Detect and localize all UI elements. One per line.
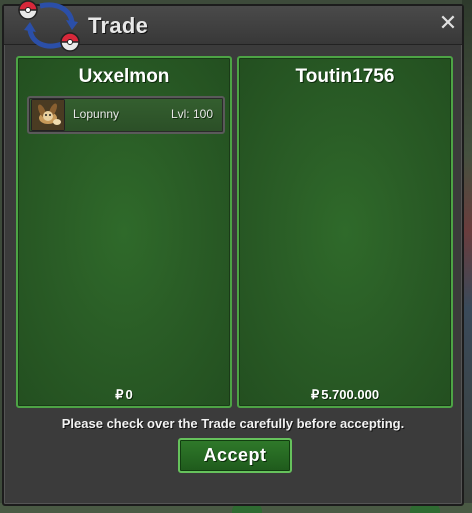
partner-money-offer: ₽5.700.000	[239, 387, 451, 403]
partner-offer-panel: Toutin1756 ₽5.700.000	[237, 56, 453, 408]
my-offer-panel: Uxxelmon Lopunny Lvl: 100 ₽0	[16, 56, 232, 408]
partner-trainer-name: Toutin1756	[295, 66, 395, 87]
accept-button[interactable]: Accept	[178, 438, 292, 473]
my-trainer-name: Uxxelmon	[78, 66, 170, 87]
offered-pokemon-slot[interactable]: Lopunny Lvl: 100	[27, 96, 225, 134]
trade-window: Trade ✕ Uxxelmon Lopunny Lvl: 100 ₽ 0 To…	[2, 0, 464, 506]
trade-warning-text: Please check over the Trade carefully be…	[61, 416, 405, 431]
pokedollar-icon: ₽	[310, 387, 320, 402]
close-icon[interactable]: ✕	[438, 13, 458, 35]
window-title: Trade	[88, 13, 149, 38]
title-bar[interactable]: Trade ✕	[4, 0, 462, 52]
lopunny-sprite-icon	[31, 99, 65, 131]
trade-swap-icon	[18, 0, 80, 52]
pokemon-name: Lopunny	[73, 107, 120, 121]
pokedollar-icon: ₽	[115, 387, 124, 402]
pokemon-level: Lvl: 100	[170, 107, 213, 121]
my-money-offer: ₽0	[18, 387, 230, 403]
my-money-value: 0	[125, 387, 133, 402]
partner-money-value: 5.700.000	[321, 387, 380, 402]
